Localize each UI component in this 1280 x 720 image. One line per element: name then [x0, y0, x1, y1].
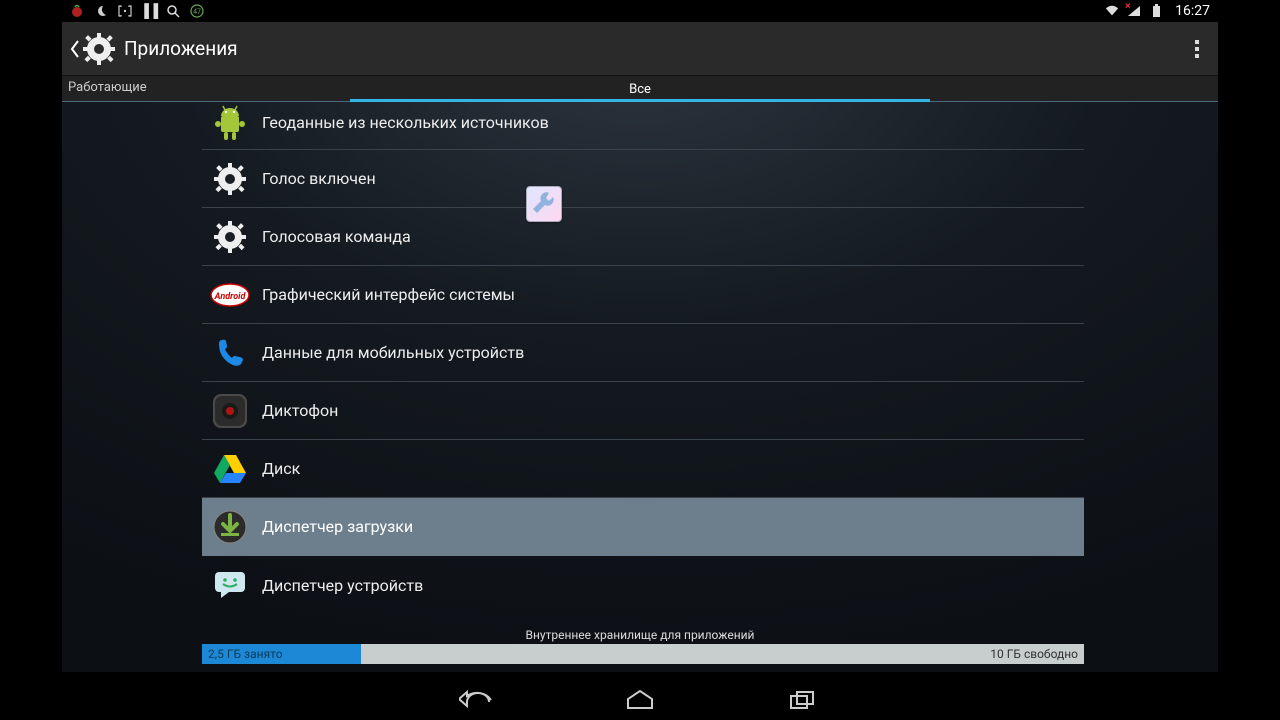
- app-label: Голос включен: [262, 169, 376, 188]
- chat-smile-icon: [210, 565, 250, 605]
- floating-assist-widget[interactable]: [526, 186, 562, 222]
- app-row-drive[interactable]: Диск: [202, 440, 1084, 498]
- app-row-geodata[interactable]: Геоданные из нескольких источников: [202, 102, 1084, 150]
- svg-text:47: 47: [193, 8, 201, 16]
- letterbox-left: [0, 0, 62, 720]
- app-list-area: Геоданные из нескольких источников Голос…: [62, 102, 1218, 672]
- storage-used-segment: 2,5 ГБ занято: [202, 644, 361, 664]
- app-row-device-manager[interactable]: Диспетчер устройств: [202, 556, 1084, 614]
- storage-title: Внутреннее хранилище для приложений: [62, 628, 1218, 642]
- clock: 16:27: [1175, 3, 1210, 19]
- tab-running[interactable]: Работающие: [68, 80, 147, 95]
- nav-home-button[interactable]: [618, 687, 662, 713]
- download-icon: [210, 507, 250, 547]
- app-label: Данные для мобильных устройств: [262, 343, 524, 362]
- storage-bar: 2,5 ГБ занято 10 ГБ свободно: [202, 644, 1084, 664]
- android-robot-icon: [210, 103, 250, 143]
- wrench-icon: [527, 187, 561, 221]
- svg-text:Android: Android: [214, 292, 247, 302]
- moon-icon: [94, 4, 108, 18]
- brackets-icon: [118, 4, 132, 18]
- back-button[interactable]: Приложения: [70, 32, 238, 66]
- overflow-menu-button[interactable]: [1184, 40, 1210, 58]
- phone-icon: [210, 333, 250, 373]
- app-list[interactable]: Геоданные из нескольких источников Голос…: [202, 102, 1084, 614]
- search-icon: [166, 4, 180, 18]
- app-row-recorder[interactable]: Диктофон: [202, 382, 1084, 440]
- device-screen: ▐▐ 47 × 16:27: [62, 0, 1218, 720]
- app-row-download-manager[interactable]: Диспетчер загрузки: [202, 498, 1084, 556]
- app-label: Голосовая команда: [262, 227, 411, 246]
- battery-icon: [1149, 4, 1163, 18]
- chevron-left-icon: [70, 40, 80, 58]
- app-label: Диспетчер загрузки: [262, 517, 413, 536]
- navigation-bar: [62, 680, 1218, 720]
- nav-recents-button[interactable]: [782, 687, 826, 713]
- app-label: Диктофон: [262, 401, 338, 420]
- temp-badge-icon: 47: [190, 4, 204, 18]
- wifi-icon: [1105, 4, 1119, 18]
- settings-gear-icon: [82, 32, 116, 66]
- storage-free-label: 10 ГБ свободно: [990, 647, 1078, 661]
- gear-icon: [210, 217, 250, 257]
- app-label: Геоданные из нескольких источников: [262, 113, 549, 132]
- app-row-mobile-data[interactable]: Данные для мобильных устройств: [202, 324, 1084, 382]
- android-kitkat-icon: Android: [210, 275, 250, 315]
- letterbox-right: [1218, 0, 1280, 720]
- strawberry-icon: [70, 4, 84, 18]
- status-bar: ▐▐ 47 × 16:27: [62, 0, 1218, 22]
- app-row-system-ui[interactable]: Android Графический интерфейс системы: [202, 266, 1084, 324]
- storage-used-label: 2,5 ГБ занято: [208, 647, 283, 661]
- cell-signal-icon: ×: [1127, 4, 1141, 18]
- action-bar: Приложения: [62, 22, 1218, 76]
- app-row-voice-command[interactable]: Голосовая команда: [202, 208, 1084, 266]
- app-label: Диспетчер устройств: [262, 576, 423, 595]
- app-row-voice-on[interactable]: Голос включен: [202, 150, 1084, 208]
- app-label: Диск: [262, 459, 300, 478]
- tab-bar: Работающие Все: [62, 76, 1218, 102]
- recorder-icon: [210, 391, 250, 431]
- google-drive-icon: [210, 449, 250, 489]
- page-title: Приложения: [124, 37, 238, 60]
- gear-icon: [210, 159, 250, 199]
- app-label: Графический интерфейс системы: [262, 285, 515, 304]
- nav-back-button[interactable]: [454, 687, 498, 713]
- pause-icon: ▐▐: [142, 4, 156, 18]
